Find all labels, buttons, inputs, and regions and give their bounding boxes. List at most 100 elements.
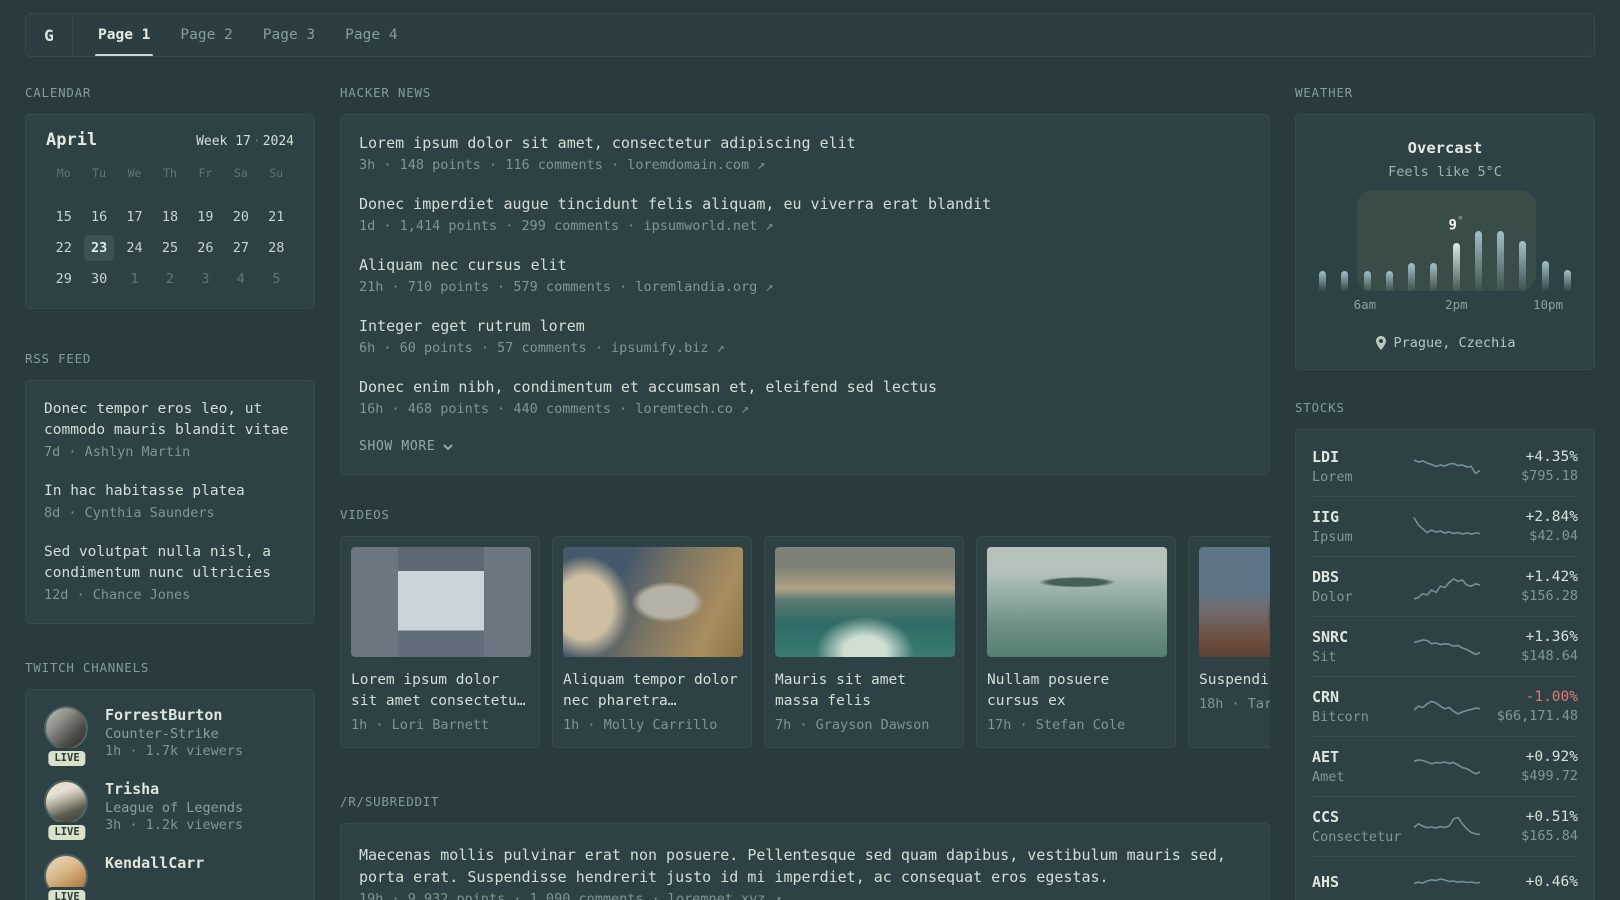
- page-tab[interactable]: Page 3: [260, 14, 318, 56]
- weather-feels-like: Feels like 5°C: [1388, 164, 1502, 180]
- stock-name: Sit: [1312, 649, 1337, 665]
- hacker-news-item-title[interactable]: Donec enim nibh, condimentum et accumsan…: [359, 377, 1251, 398]
- weather-condition: Overcast: [1407, 139, 1483, 157]
- avatar: [44, 706, 88, 750]
- twitch-channel-name[interactable]: Trisha: [105, 780, 243, 798]
- twitch-channel-info: Trisha League of Legends 3h · 1.2k viewe…: [105, 780, 243, 833]
- stock-ticker[interactable]: AHS: [1312, 873, 1408, 891]
- stock-sparkline-wrap: [1408, 692, 1486, 722]
- stock-name: Ipsum: [1312, 529, 1353, 545]
- stock-ticker[interactable]: AET: [1312, 748, 1408, 766]
- rss-item: Sed volutpat nulla nisl, a condimentum n…: [44, 542, 296, 603]
- rss-item-title[interactable]: Donec tempor eros leo, ut commodo mauris…: [44, 399, 296, 441]
- reddit-post-title[interactable]: Maecenas mollis pulvinar erat non posuer…: [359, 844, 1251, 888]
- stock-row[interactable]: AET Amet +0.92% $499.72: [1312, 736, 1578, 796]
- weather-time-label: 10pm: [1533, 297, 1564, 312]
- weather-bar: [1363, 271, 1371, 291]
- calendar-day: 17: [126, 209, 143, 225]
- stock-ticker[interactable]: IIG: [1312, 508, 1408, 526]
- page-tab[interactable]: Page 4: [342, 14, 400, 56]
- twitch-channel-info: KendallCarr: [105, 854, 204, 898]
- stock-row[interactable]: LDI Lorem +4.35% $795.18: [1312, 437, 1578, 496]
- video-card[interactable]: Nullam posuere cursus ex 17h · Stefan Co…: [976, 536, 1176, 748]
- video-thumbnail: [351, 547, 531, 657]
- calendar-widget: April Week 17 · 2024 Mo Tu We Th Fr Sa Su 15 16 17…: [25, 114, 315, 309]
- video-title: Suspendisse diam: [1199, 672, 1270, 688]
- hacker-news-item-meta-text[interactable]: 1d · 1,414 points · 299 comments · ipsum…: [359, 218, 757, 234]
- weather-widget: Overcast Feels like 5°C 9° 6am 2pm 10pm Pr…: [1295, 114, 1595, 370]
- stock-row[interactable]: SNRC Sit +1.36% $148.64: [1312, 616, 1578, 676]
- videos-section-label: VIDEOS: [340, 507, 390, 522]
- stock-ticker[interactable]: DBS: [1312, 568, 1408, 586]
- twitch-avatar-wrap: LIVE: [44, 854, 90, 900]
- stock-values: +0.46%: [1486, 874, 1578, 893]
- calendar-day: 22: [55, 240, 72, 256]
- stock-change-percent: +0.92%: [1525, 749, 1578, 765]
- video-card[interactable]: Suspendisse diam 18h · Tara: [1188, 536, 1270, 748]
- weather-bar: [1519, 241, 1527, 291]
- stock-price: $156.28: [1521, 588, 1578, 604]
- hacker-news-item-title[interactable]: Aliquam nec cursus elit: [359, 255, 1251, 276]
- stock-price: $148.64: [1521, 648, 1578, 664]
- twitch-channel-row[interactable]: LIVE Trisha League of Legends 3h · 1.2k …: [44, 780, 296, 840]
- live-badge: LIVE: [48, 890, 86, 900]
- stock-row[interactable]: IIG Ipsum +2.84% $42.04: [1312, 496, 1578, 556]
- app-logo[interactable]: G: [26, 14, 72, 56]
- stock-id: IIG Ipsum: [1312, 508, 1408, 545]
- stock-id: CRN Bitcorn: [1312, 688, 1408, 725]
- dashboard-columns: CALENDAR April Week 17 · 2024 Mo Tu We Th Fr Sa…: [0, 85, 1620, 900]
- stock-sparkline: [1413, 758, 1481, 775]
- stock-sparkline: [1413, 638, 1481, 655]
- video-title: Lorem ipsum dolor sit amet consectetu…: [351, 672, 526, 709]
- twitch-channel-name[interactable]: ForrestBurton: [105, 706, 243, 724]
- page-tab-label: Page 2: [180, 27, 233, 43]
- hacker-news-item-meta-text[interactable]: 16h · 468 points · 440 comments · loremt…: [359, 401, 733, 417]
- calendar-day: 5: [272, 271, 281, 287]
- reddit-post-meta-text[interactable]: 19h · 9,932 points · 1,090 comments · lo…: [359, 891, 765, 900]
- hacker-news-show-more-button[interactable]: SHOW MORE: [359, 439, 1251, 454]
- weather-bar: [1497, 231, 1505, 291]
- weather-hourly-chart: 9°: [1319, 190, 1571, 291]
- live-badge: LIVE: [48, 825, 86, 840]
- hacker-news-section-label: HACKER NEWS: [340, 85, 432, 100]
- weather-bar: [1452, 243, 1460, 291]
- stock-price: $165.84: [1521, 828, 1578, 844]
- video-card[interactable]: Lorem ipsum dolor sit amet consectetu… 1…: [340, 536, 540, 748]
- hacker-news-item-meta-text[interactable]: 3h · 148 points · 116 comments · loremdo…: [359, 157, 749, 173]
- stock-ticker[interactable]: SNRC: [1312, 628, 1408, 646]
- show-more-label: SHOW MORE: [359, 439, 436, 454]
- twitch-channel-row[interactable]: LIVE ForrestBurton Counter-Strike 1h · 1…: [44, 706, 296, 766]
- hacker-news-item-title[interactable]: Lorem ipsum dolor sit amet, consectetur …: [359, 133, 1251, 154]
- twitch-channel-row[interactable]: LIVE KendallCarr: [44, 854, 296, 900]
- page-tab[interactable]: Page 1: [95, 14, 154, 56]
- stock-ticker[interactable]: CCS: [1312, 808, 1408, 826]
- weather-bars: [1319, 204, 1571, 291]
- stock-sparkline: [1413, 516, 1481, 535]
- hacker-news-item: Aliquam nec cursus elit 21h · 710 points…: [359, 255, 1251, 295]
- hacker-news-item-title[interactable]: Donec imperdiet augue tincidunt felis al…: [359, 194, 1251, 215]
- calendar-day: 3: [201, 271, 210, 287]
- rss-item: Donec tempor eros leo, ut commodo mauris…: [44, 399, 296, 460]
- video-meta: 7h · Grayson Dawson: [775, 717, 930, 733]
- twitch-avatar-wrap: LIVE: [44, 780, 90, 840]
- calendar-section: CALENDAR April Week 17 · 2024 Mo Tu We Th Fr Sa…: [25, 85, 315, 309]
- page-tab[interactable]: Page 2: [177, 14, 235, 56]
- rss-item-title[interactable]: Sed volutpat nulla nisl, a condimentum n…: [44, 542, 296, 584]
- rss-item-title[interactable]: In hac habitasse platea: [44, 481, 296, 502]
- stock-ticker[interactable]: LDI: [1312, 448, 1408, 466]
- video-card[interactable]: Mauris sit amet massa felis 7h · Grayson…: [764, 536, 964, 748]
- hacker-news-item-title[interactable]: Integer eget rutrum lorem: [359, 316, 1251, 337]
- video-thumbnail: [987, 547, 1167, 657]
- weather-section-label: WEATHER: [1295, 85, 1353, 100]
- stock-row[interactable]: CRN Bitcorn -1.00% $66,171.48: [1312, 676, 1578, 736]
- stock-sparkline-wrap: [1408, 868, 1486, 898]
- stock-row[interactable]: CCS Consectetur +0.51% $165.84: [1312, 796, 1578, 856]
- twitch-channel-name[interactable]: KendallCarr: [105, 854, 204, 872]
- hacker-news-item-meta-text[interactable]: 21h · 710 points · 579 comments · loreml…: [359, 279, 757, 295]
- stock-row[interactable]: AHS +0.46%: [1312, 856, 1578, 900]
- stock-ticker[interactable]: CRN: [1312, 688, 1408, 706]
- video-card[interactable]: Aliquam tempor dolor nec pharetra… 1h · …: [552, 536, 752, 748]
- stock-row[interactable]: DBS Dolor +1.42% $156.28: [1312, 556, 1578, 616]
- hacker-news-item-meta-text[interactable]: 6h · 60 points · 57 comments · ipsumify.…: [359, 340, 709, 356]
- calendar-day: 2: [165, 271, 175, 287]
